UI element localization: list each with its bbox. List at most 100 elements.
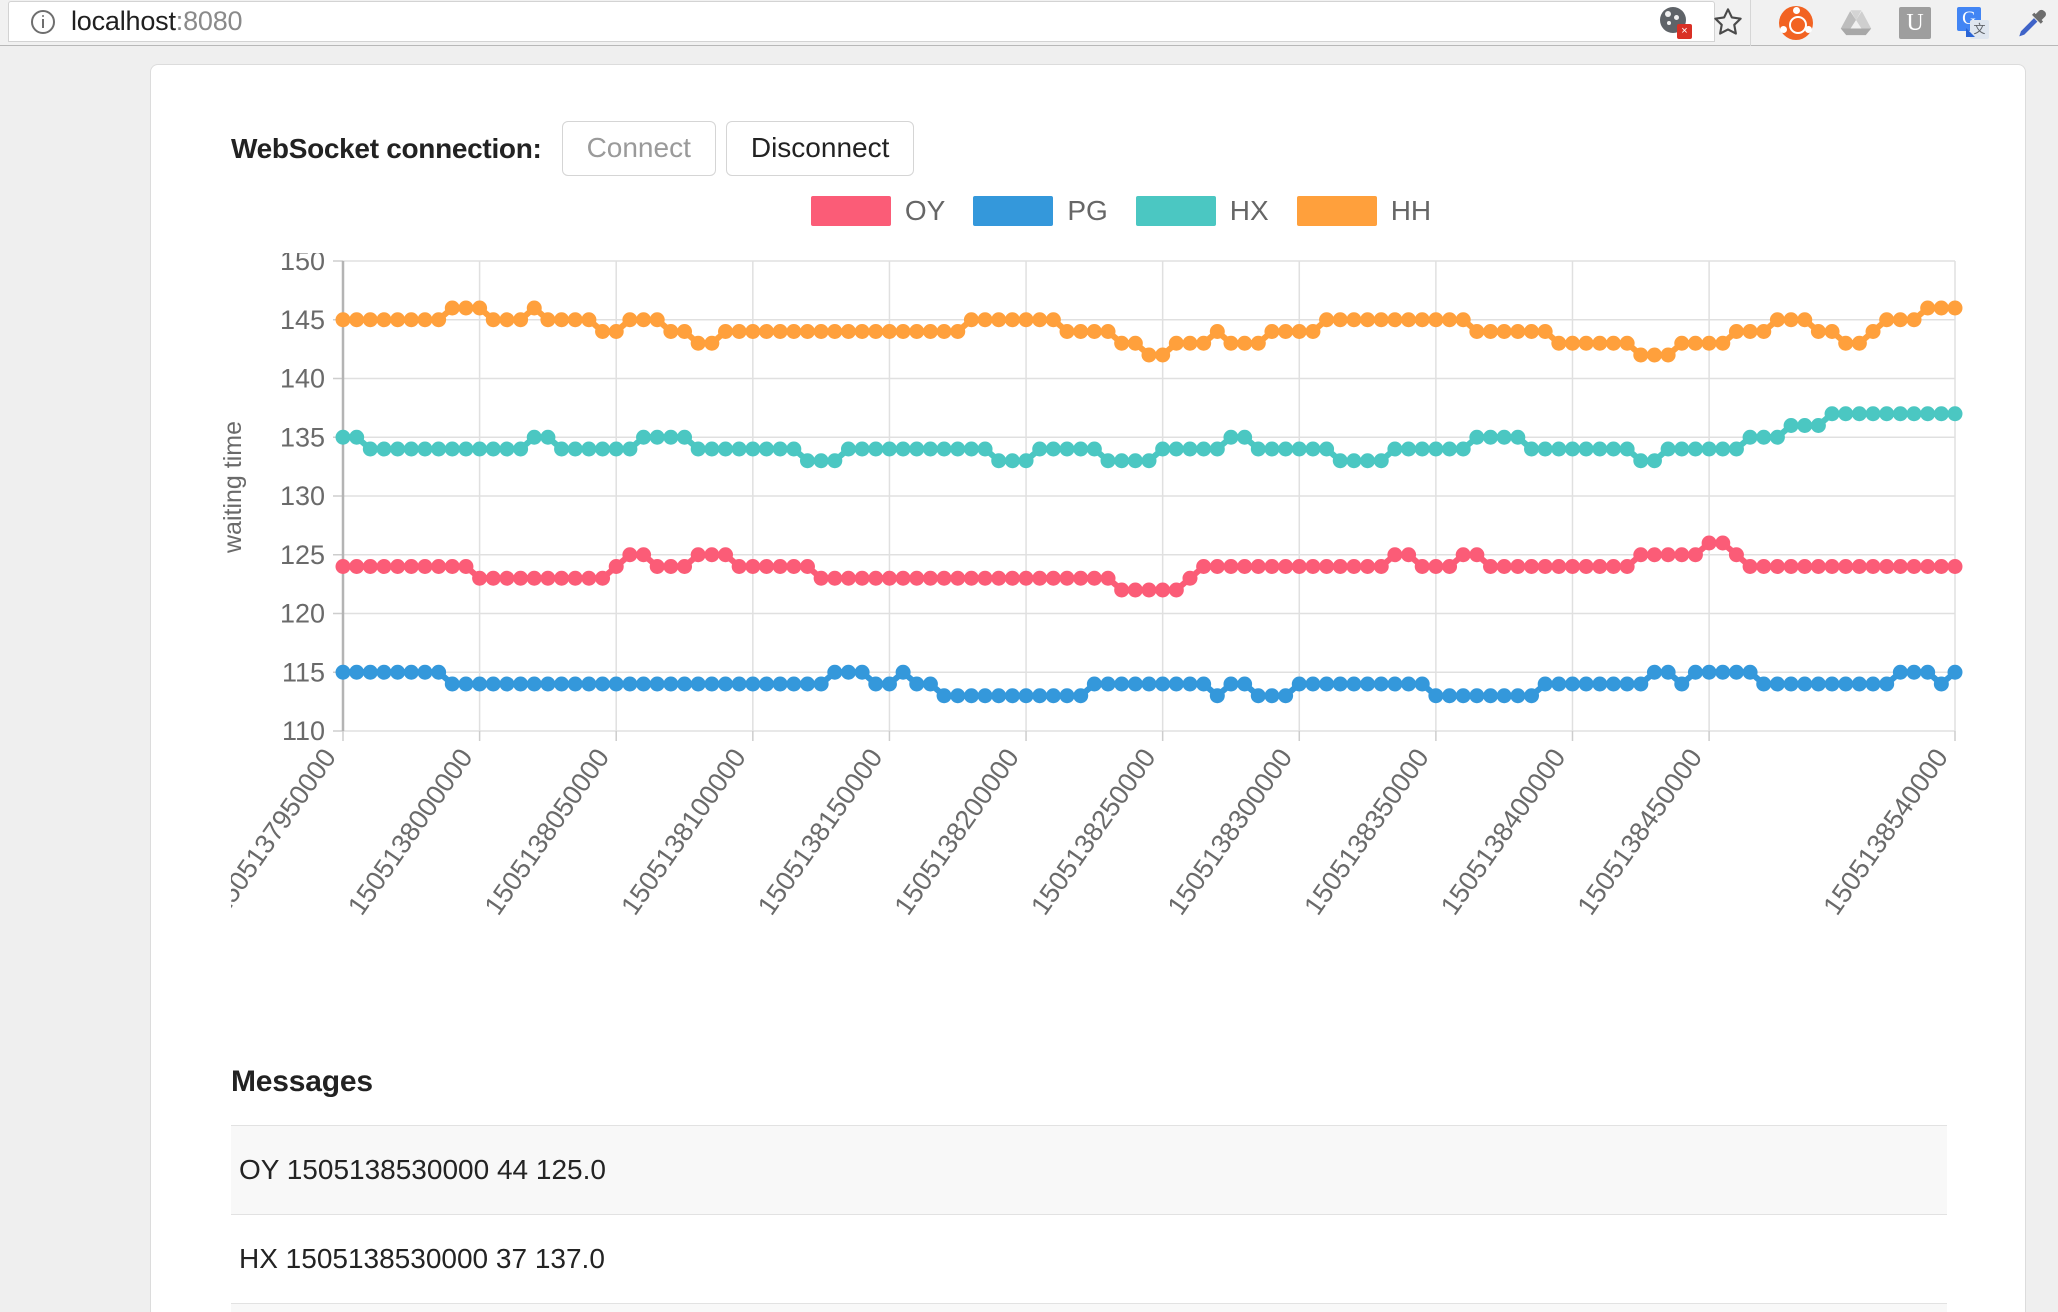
data-point [1182,570,1198,586]
data-point [1155,347,1171,363]
data-point [690,676,706,692]
data-point [758,676,774,692]
data-point [1032,441,1048,457]
legend-entry-hh[interactable]: HH [1296,195,1432,227]
data-point [922,324,938,339]
cookie-blocked-icon[interactable]: × [1660,7,1692,39]
data-point [950,570,966,586]
legend-label-hh: HH [1390,195,1432,226]
google-drive-icon[interactable] [1839,8,1873,38]
data-point [1346,676,1362,692]
data-point [403,664,419,680]
data-point [936,324,952,339]
data-point [526,570,542,586]
data-point [1838,335,1854,351]
data-point [1223,676,1239,692]
data-point [1305,441,1321,457]
data-point [895,570,911,586]
data-point [1373,312,1389,328]
data-point [444,676,460,692]
data-point [745,441,761,457]
data-point [1004,453,1020,469]
site-info-icon[interactable] [31,9,55,34]
messages-title: Messages [231,1065,373,1098]
data-point [1865,406,1881,422]
legend-entry-hx[interactable]: HX [1135,195,1269,227]
data-point [1701,441,1717,457]
message-row [231,1303,1947,1312]
data-point [1824,559,1840,574]
data-point [499,570,515,586]
data-point [622,312,638,328]
data-point [513,676,529,692]
data-point [554,312,570,328]
x-axis-tick-label: 1505138150000 [752,743,889,920]
address-bar[interactable]: localhost:8080 [8,1,1715,42]
url-host: localhost [71,6,176,36]
data-point [1742,324,1758,339]
data-point [335,429,351,445]
data-point [1920,406,1936,422]
data-point [1428,559,1444,574]
data-point [1742,429,1758,445]
data-point [690,441,706,457]
data-point [786,676,802,692]
data-point [677,676,693,692]
data-point [1537,559,1553,574]
data-point [581,676,597,692]
legend-entry-pg[interactable]: PG [973,195,1108,227]
data-point [1414,559,1430,574]
data-point [1332,453,1348,469]
x-axis-tick-label: 1505138300000 [1162,743,1299,920]
data-point [1264,441,1280,457]
data-point [1428,688,1444,704]
data-point [567,676,583,692]
data-point [1660,347,1676,363]
data-point [1004,688,1020,704]
google-translate-icon[interactable]: G 文 [1957,7,1989,39]
data-point [1769,312,1785,328]
data-point [1401,312,1417,328]
data-point [431,312,447,328]
data-point [1660,664,1676,680]
data-point [1414,312,1430,328]
data-point [390,559,406,574]
eyedropper-icon[interactable] [2015,6,2049,40]
data-point [677,559,693,574]
data-point [636,547,652,563]
data-point [649,429,665,445]
data-point [595,570,611,586]
data-point [895,441,911,457]
legend-swatch-hx [1135,196,1216,226]
data-point [472,300,488,316]
omnibox-action-icons: × [1660,0,1744,44]
data-point [1032,570,1048,586]
x-axis-tick-label: 1505138350000 [1298,743,1435,920]
data-point [922,570,938,586]
data-point [1168,335,1184,351]
data-point [963,570,979,586]
waiting-time-chart: OY PG HX HH waiting time 110 115 120 125 130 135… [219,195,2011,935]
data-point [991,570,1007,586]
orange-extension-icon[interactable] [1779,6,1813,40]
data-point [1264,559,1280,574]
data-point [1045,688,1061,704]
data-point [458,559,474,574]
connect-button[interactable]: Connect [561,121,716,177]
chart-svg: 110 115 120 125 130 135 140 145 150 1505137950000… [231,253,1963,920]
disconnect-button[interactable]: Disconnect [725,121,915,177]
data-point [772,559,788,574]
data-point [1401,547,1417,563]
legend-entry-oy[interactable]: OY [810,195,945,227]
x-axis-tick-label: 1505138100000 [615,743,752,920]
data-point [1524,559,1540,574]
data-point [1168,582,1184,598]
message-row: OY 1505138530000 44 125.0 [231,1125,1947,1214]
data-point [1319,559,1335,574]
bookmark-star-icon[interactable] [1712,6,1744,38]
data-point [458,676,474,692]
x-axis-tick-label: 1505138540000 [1817,743,1954,920]
data-point [1127,582,1143,598]
u-extension-icon[interactable]: U [1899,7,1931,39]
data-point [1769,429,1785,445]
